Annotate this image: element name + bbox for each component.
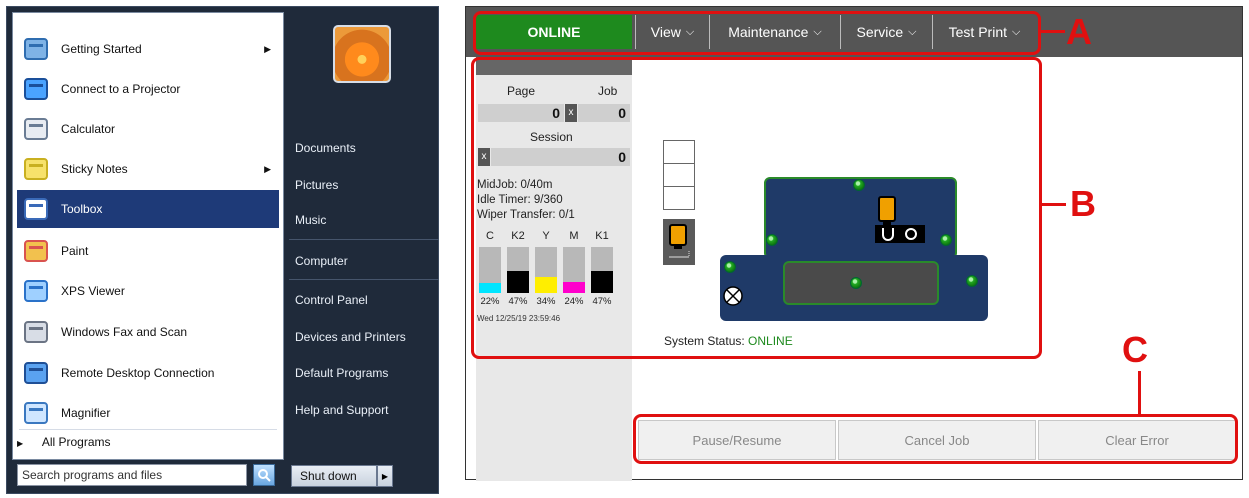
calculator-icon	[19, 114, 53, 144]
all-programs-button[interactable]: ▶ All Programs	[17, 435, 111, 449]
ink-level-fill	[591, 271, 613, 293]
callout-letter-a: A	[1066, 11, 1092, 52]
program-label: Windows Fax and Scan	[61, 325, 188, 339]
link-default-programs[interactable]: Default Programs	[295, 366, 388, 380]
triangle-right-icon: ▶	[381, 471, 389, 481]
sticky-notes-icon	[19, 154, 53, 184]
program-item[interactable]: Sticky Notes ▶	[17, 150, 279, 188]
search-input[interactable]: Search programs and files	[17, 464, 247, 486]
link-devices-printers[interactable]: Devices and Printers	[295, 330, 406, 344]
search-button[interactable]	[253, 464, 275, 486]
fax-scan-icon	[19, 317, 53, 347]
ink-level-fill	[563, 282, 585, 293]
shutdown-button[interactable]: Shut down	[291, 465, 377, 487]
projector-icon	[19, 74, 53, 104]
program-label: Remote Desktop Connection	[61, 366, 215, 380]
ink-level-fill	[507, 271, 529, 293]
program-item[interactable]: Windows Fax and Scan	[17, 313, 279, 351]
callout-line-c	[1138, 371, 1141, 415]
ink-percent: 47%	[508, 296, 528, 307]
program-item[interactable]: Magnifier	[17, 394, 279, 432]
ink-level-fill	[479, 283, 501, 293]
magnifier-icon	[19, 398, 53, 428]
paint-icon	[19, 236, 53, 266]
ink-name: Y	[542, 230, 550, 242]
ink-gauge	[479, 247, 501, 293]
ink-name: K2	[511, 230, 525, 242]
callout-line-b	[1042, 203, 1066, 206]
toolbox-icon	[19, 194, 53, 224]
submenu-arrow-icon: ▶	[264, 163, 271, 174]
ink-gauge	[507, 247, 529, 293]
start-menu: ▶ All Programs Search programs and files…	[6, 6, 439, 494]
divider	[289, 239, 439, 240]
ink-gauge	[591, 247, 613, 293]
program-item[interactable]: Getting Started ▶	[17, 30, 279, 68]
callout-box-b	[471, 57, 1042, 359]
submenu-arrow-icon: ▶	[264, 43, 271, 54]
divider	[19, 429, 277, 430]
callout-box-a	[473, 11, 1041, 55]
ink-level-fill	[535, 277, 557, 293]
program-item[interactable]: Toolbox	[17, 190, 279, 228]
shutdown-options-button[interactable]: ▶	[377, 465, 393, 487]
ink-percent: 22%	[480, 296, 500, 307]
ink-percent: 24%	[564, 296, 584, 307]
callout-letter-b: B	[1070, 183, 1096, 224]
ink-name: K1	[595, 230, 609, 242]
link-music[interactable]: Music	[295, 213, 326, 227]
all-programs-label: All Programs	[41, 435, 111, 449]
callout-line-a	[1041, 30, 1065, 33]
callout-letter-c: C	[1122, 329, 1148, 370]
search-icon	[258, 469, 271, 482]
ink-gauge	[563, 247, 585, 293]
link-control-panel[interactable]: Control Panel	[295, 293, 368, 307]
link-pictures[interactable]: Pictures	[295, 178, 338, 192]
program-label: Connect to a Projector	[61, 82, 181, 96]
ink-name: C	[486, 230, 494, 242]
link-documents[interactable]: Documents	[295, 141, 356, 155]
program-label: Calculator	[61, 122, 116, 136]
program-label: Magnifier	[61, 406, 111, 420]
program-label: Toolbox	[61, 202, 103, 216]
ink-name: M	[569, 230, 579, 242]
program-label: Sticky Notes	[61, 162, 128, 176]
link-computer[interactable]: Computer	[295, 254, 348, 268]
program-label: XPS Viewer	[61, 284, 125, 298]
divider	[289, 279, 439, 280]
program-item[interactable]: Remote Desktop Connection	[17, 354, 279, 392]
ink-percent: 34%	[536, 296, 556, 307]
getting-started-icon	[19, 34, 53, 64]
user-avatar[interactable]	[333, 25, 391, 83]
ink-percent: 47%	[592, 296, 612, 307]
triangle-right-icon: ▶	[17, 439, 24, 448]
printer-console: ONLINE View ⌵ Maintenance ⌵ Service ⌵ Test …	[465, 6, 1243, 481]
link-help-support[interactable]: Help and Support	[295, 403, 388, 417]
remote-desktop-icon	[19, 358, 53, 388]
xps-viewer-icon	[19, 276, 53, 306]
program-item[interactable]: Connect to a Projector	[17, 70, 279, 108]
program-item[interactable]: XPS Viewer	[17, 272, 279, 310]
ink-gauge	[535, 247, 557, 293]
program-label: Paint	[61, 244, 89, 258]
program-item[interactable]: Paint	[17, 232, 279, 270]
program-item[interactable]: Calculator	[17, 110, 279, 148]
callout-box-c	[633, 414, 1238, 464]
program-label: Getting Started	[61, 42, 142, 56]
